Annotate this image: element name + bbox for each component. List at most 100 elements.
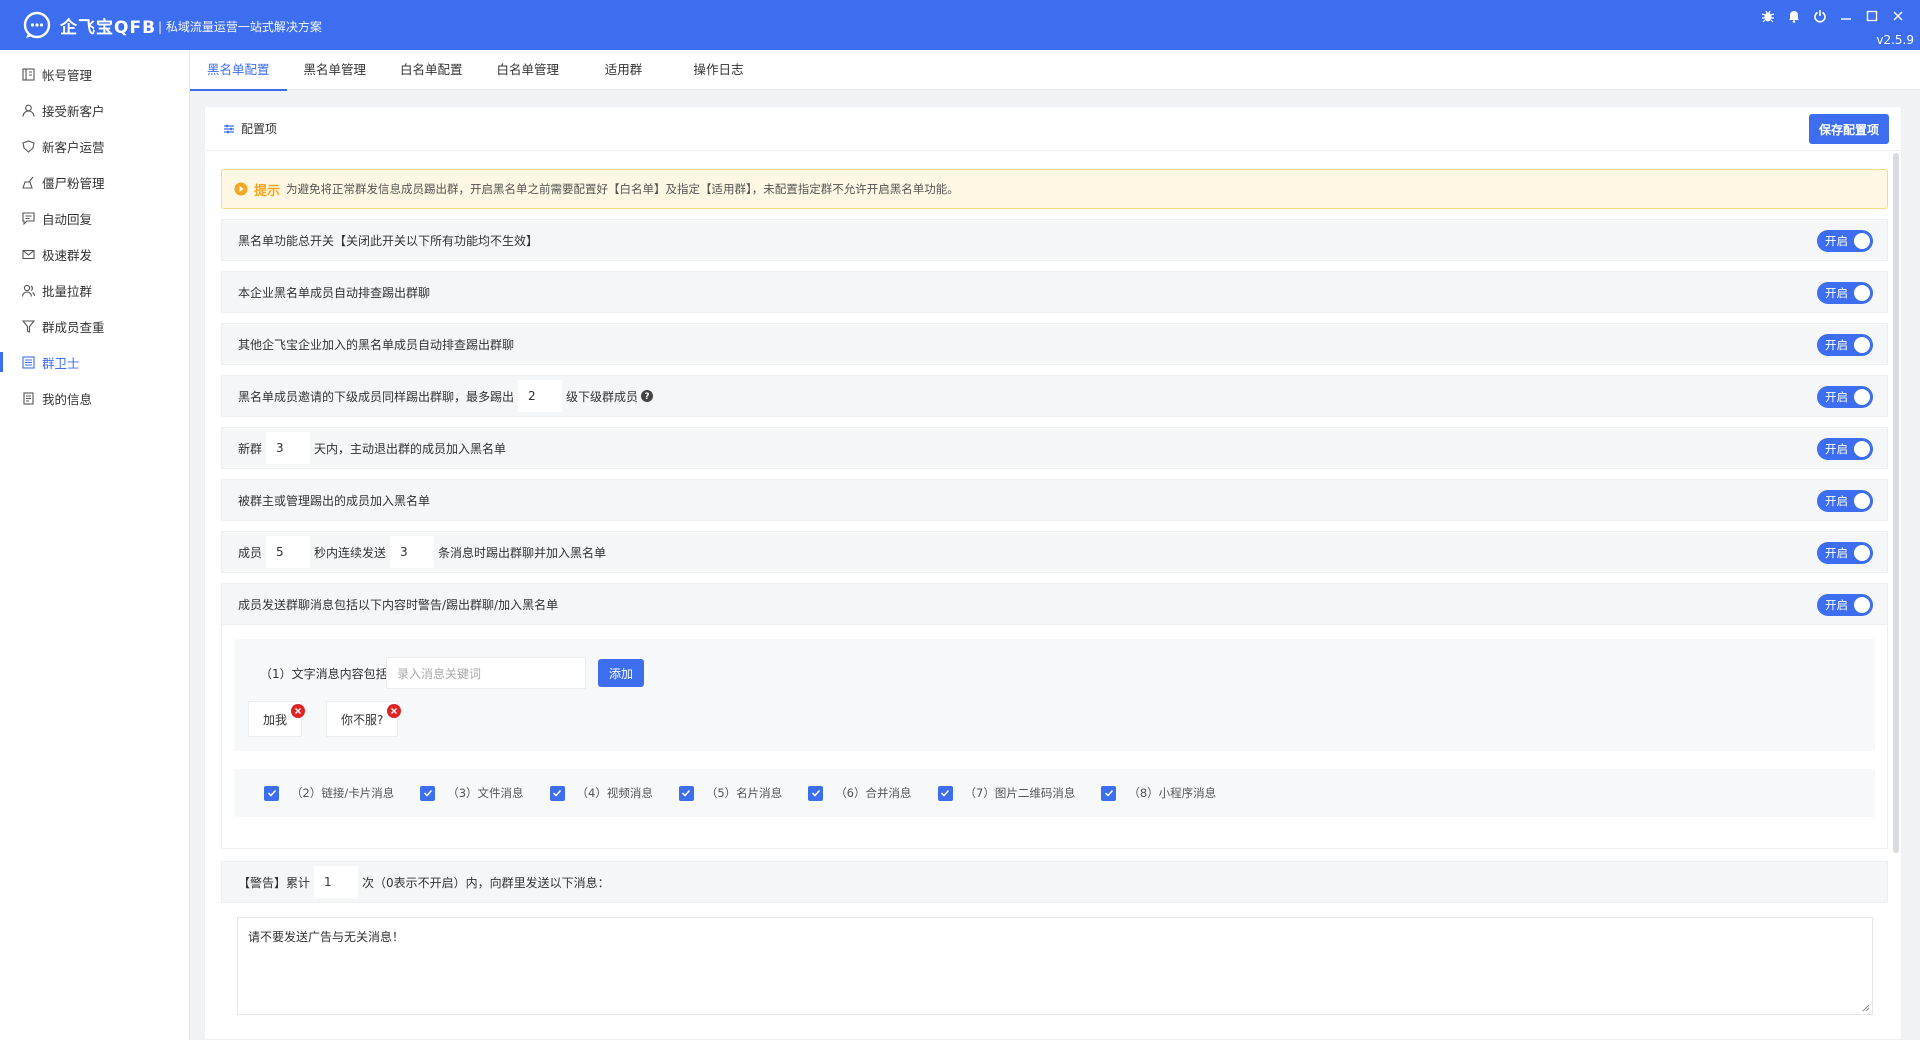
remove-tag-icon[interactable] — [291, 704, 306, 718]
checkbox-label: （2）链接/卡片消息 — [291, 786, 395, 800]
save-config-button[interactable]: 保存配置项 — [1808, 114, 1889, 144]
checkbox-checked-icon[interactable] — [1101, 785, 1117, 801]
toggle-invitee-levels[interactable]: 开启 — [1817, 386, 1873, 408]
toggle-own-blacklist[interactable]: 开启 — [1817, 282, 1873, 304]
notice-text: 为避免将正常群发信息成员踢出群，开启黑名单之前需要配置好【白名单】及指定【适用群… — [286, 182, 959, 196]
keyword-tag-label: 加我 — [263, 712, 288, 727]
tab-whitelist-management[interactable]: 白名单管理 — [480, 50, 577, 90]
checkbox-checked-icon[interactable] — [808, 785, 824, 801]
invitee-levels-input[interactable]: 2 — [518, 380, 563, 412]
bell-icon[interactable] — [1786, 8, 1802, 24]
toggle-flood[interactable]: 开启 — [1817, 542, 1873, 564]
checkbox-video[interactable]: （4）视频消息 — [549, 785, 653, 801]
account-icon — [20, 66, 36, 82]
tab-applicable-groups[interactable]: 适用群 — [576, 50, 671, 90]
toggle-kicked-members[interactable]: 开启 — [1817, 490, 1873, 512]
toggle-master-switch[interactable]: 开启 — [1817, 230, 1873, 252]
flood-seconds-input[interactable]: 5 — [266, 536, 311, 568]
sidebar-item-group-guard[interactable]: 群卫士 — [0, 344, 189, 380]
guard-icon — [20, 354, 36, 370]
mail-icon — [20, 246, 36, 262]
checkbox-checked-icon[interactable] — [264, 785, 279, 801]
setting-row-invitee-levels: 黑名单成员邀请的下级成员同样踢出群聊，最多踢出 2 级下级群成员 ? 开启 — [221, 375, 1888, 417]
tab-operation-log[interactable]: 操作日志 — [671, 50, 766, 90]
setting-label: 级下级群成员 — [566, 389, 639, 404]
sidebar-item-batch-group[interactable]: 批量拉群 — [0, 272, 189, 308]
settings-sliders-icon — [223, 123, 235, 135]
doc-icon — [20, 390, 36, 406]
sidebar-item-member-dedup[interactable]: 群成员查重 — [0, 308, 189, 344]
setting-label: 被群主或管理踢出的成员加入黑名单 — [238, 493, 431, 508]
window-controls — [1760, 8, 1906, 24]
checkbox-qr-image[interactable]: （7）图片二维码消息 — [937, 785, 1076, 801]
toggle-new-group-leave[interactable]: 开启 — [1817, 438, 1873, 460]
checkbox-label: （8）小程序消息 — [1128, 786, 1217, 800]
checkbox-file[interactable]: （3）文件消息 — [420, 785, 524, 801]
setting-label: 次（0表示不开启）内，向群里发送以下消息： — [362, 875, 610, 890]
setting-label: 【警告】累计 — [238, 875, 311, 890]
tab-blacklist-config[interactable]: 黑名单配置 — [190, 50, 287, 91]
bug-icon[interactable] — [1760, 8, 1776, 24]
checkbox-namecard[interactable]: （5）名片消息 — [678, 785, 783, 801]
chat-icon — [20, 210, 36, 226]
sidebar-item-label: 帐号管理 — [42, 67, 93, 83]
sidebar-item-accept-new-customer[interactable]: 接受新客户 — [0, 92, 189, 128]
content-filter-options: （1）文字消息内容包括 录入消息关键词 添加 加我 你不服? （2）链接/卡片消… — [221, 625, 1888, 849]
warning-count-input[interactable]: 1 — [314, 866, 359, 898]
sidebar-item-zombie-fans[interactable]: 僵尸粉管理 — [0, 164, 189, 200]
setting-row-warning: 【警告】累计 1 次（0表示不开启）内，向群里发送以下消息： — [221, 861, 1888, 903]
sidebar-item-account-management[interactable]: 帐号管理 — [0, 56, 189, 92]
checkbox-mini-program[interactable]: （8）小程序消息 — [1101, 785, 1216, 801]
keyword-input[interactable]: 录入消息关键词 — [386, 657, 586, 689]
keyword-tag: 你不服? — [326, 701, 402, 737]
resize-grip-icon[interactable] — [1862, 1004, 1870, 1012]
notice-banner: 提示 为避免将正常群发信息成员踢出群，开启黑名单之前需要配置好【白名单】及指定【… — [221, 169, 1888, 209]
toggle-content-filter[interactable]: 开启 — [1817, 594, 1873, 616]
sidebar-item-my-info[interactable]: 我的信息 — [0, 380, 189, 416]
sidebar-item-new-customer-ops[interactable]: 新客户运营 — [0, 128, 189, 164]
tab-blacklist-management[interactable]: 黑名单管理 — [287, 50, 384, 90]
checkbox-checked-icon[interactable] — [420, 785, 436, 801]
checkbox-checked-icon[interactable] — [549, 785, 565, 801]
setting-label: 新群 — [238, 441, 263, 456]
vertical-scrollbar[interactable] — [1893, 153, 1899, 853]
checkbox-label: （7）图片二维码消息 — [964, 786, 1076, 800]
remove-tag-icon[interactable] — [387, 704, 402, 718]
panel-title: 配置项 — [241, 122, 278, 136]
help-icon[interactable]: ? — [641, 390, 654, 402]
checkbox-label: （4）视频消息 — [576, 786, 653, 800]
checkbox-link-card[interactable]: （2）链接/卡片消息 — [264, 785, 394, 801]
sidebar-item-label: 极速群发 — [42, 247, 93, 263]
tab-whitelist-config[interactable]: 白名单配置 — [383, 50, 480, 90]
notice-label: 提示 — [254, 183, 281, 199]
power-icon[interactable] — [1812, 8, 1828, 24]
setting-label: 成员 — [238, 545, 263, 560]
add-keyword-button[interactable]: 添加 — [598, 659, 644, 687]
maximize-icon[interactable] — [1864, 8, 1880, 24]
sidebar-item-label: 接受新客户 — [42, 103, 105, 119]
message-type-checkboxes: （2）链接/卡片消息 （3）文件消息 （4）视频消息 （5）名片消息 （6）合并… — [234, 769, 1875, 817]
checkbox-label: （6）合并消息 — [835, 786, 912, 800]
setting-label: 天内，主动退出群的成员加入黑名单 — [314, 441, 507, 456]
keyword-tag: 加我 — [248, 701, 306, 737]
app-logo-icon — [23, 11, 51, 39]
flood-count-input[interactable]: 3 — [390, 536, 435, 568]
close-icon[interactable] — [1890, 8, 1906, 24]
checkbox-label: （5）名片消息 — [705, 786, 783, 800]
filter-icon — [20, 318, 36, 334]
sidebar-item-label: 僵尸粉管理 — [42, 175, 105, 191]
setting-row-own-blacklist: 本企业黑名单成员自动排查踢出群聊 开启 — [221, 271, 1888, 313]
setting-label: 本企业黑名单成员自动排查踢出群聊 — [238, 285, 431, 300]
checkbox-checked-icon[interactable] — [678, 785, 694, 801]
broom-icon — [20, 174, 36, 190]
checkbox-checked-icon[interactable] — [937, 785, 953, 801]
tab-bar: 黑名单配置 黑名单管理 白名单配置 白名单管理 适用群 操作日志 — [190, 50, 1920, 91]
sidebar-item-auto-reply[interactable]: 自动回复 — [0, 200, 189, 236]
new-group-days-input[interactable]: 3 — [266, 432, 311, 464]
warning-message-textarea[interactable]: 请不要发送广告与无关消息！ — [237, 917, 1873, 1015]
toggle-shared-blacklist[interactable]: 开启 — [1817, 334, 1873, 356]
shield-icon — [20, 138, 36, 154]
checkbox-merged[interactable]: （6）合并消息 — [808, 785, 912, 801]
minimize-icon[interactable] — [1838, 8, 1854, 24]
sidebar-item-quick-broadcast[interactable]: 极速群发 — [0, 236, 189, 272]
